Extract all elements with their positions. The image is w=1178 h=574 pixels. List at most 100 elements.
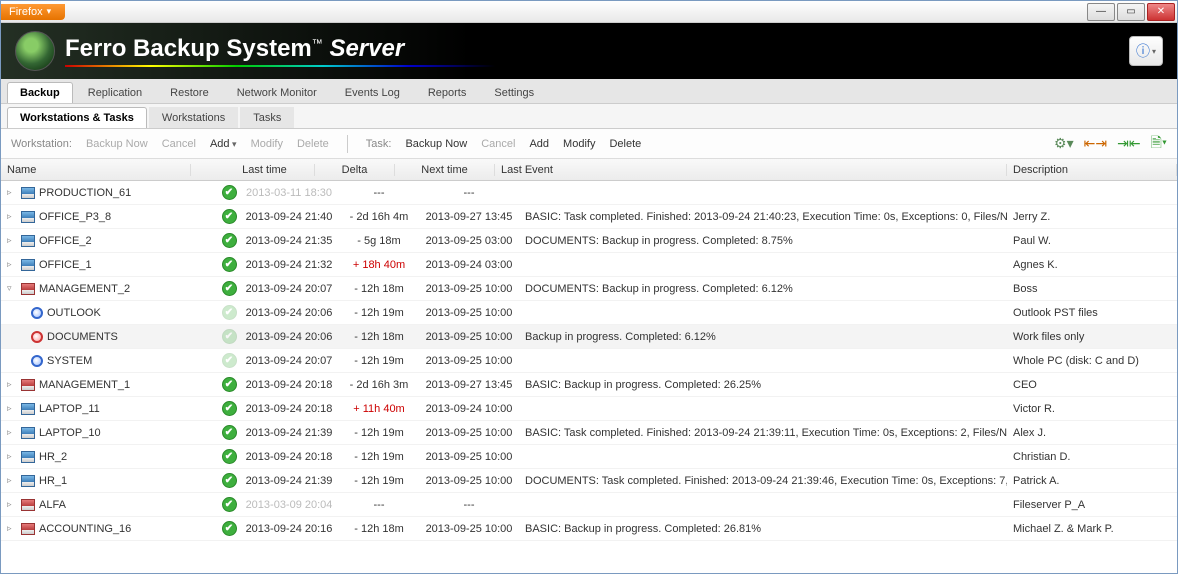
ws-add[interactable]: Add	[210, 138, 237, 150]
cell-last-time: 2013-09-24 20:07	[239, 283, 339, 295]
tab-events-log[interactable]: Events Log	[332, 82, 413, 103]
expand-arrow-icon[interactable]: ▹	[7, 403, 17, 414]
titlebar: Firefox — ▭ ✕	[1, 1, 1177, 23]
cell-delta: - 12h 19m	[339, 475, 419, 487]
cell-delta: - 12h 19m	[339, 355, 419, 367]
task-modify[interactable]: Modify	[563, 138, 595, 150]
cell-next-time: 2013-09-27 13:45	[419, 211, 519, 223]
status-check-icon	[221, 233, 237, 249]
grid-body[interactable]: ▹PRODUCTION_612013-03-11 18:30------ ▹OFF…	[1, 181, 1177, 561]
cell-next-time: 2013-09-27 13:45	[419, 379, 519, 391]
tree-collapse-icon[interactable]: ⇤⇥	[1084, 135, 1107, 152]
status-check-icon	[221, 185, 237, 201]
task-icon	[31, 307, 43, 319]
cell-delta: - 2d 16h 3m	[339, 379, 419, 391]
maximize-button[interactable]: ▭	[1117, 3, 1145, 21]
workstation-row[interactable]: ▹HR_22013-09-24 20:18- 12h 19m2013-09-25…	[1, 445, 1177, 469]
workstation-row[interactable]: ▹ALFA2013-03-09 20:04------Fileserver P_…	[1, 493, 1177, 517]
ws-modify[interactable]: Modify	[251, 138, 283, 150]
task-row[interactable]: SYSTEM2013-09-24 20:07- 12h 19m2013-09-2…	[1, 349, 1177, 373]
export-icon[interactable]: 🗎▾	[1151, 132, 1167, 156]
workstation-row[interactable]: ▹OFFICE_22013-09-24 21:35- 5g 18m2013-09…	[1, 229, 1177, 253]
name-cell: ▹HR_2	[1, 451, 215, 463]
workstation-row[interactable]: ▿MANAGEMENT_22013-09-24 20:07- 12h 18m20…	[1, 277, 1177, 301]
cell-description: Fileserver P_A	[1007, 499, 1177, 511]
expand-arrow-icon[interactable]: ▹	[7, 475, 17, 486]
expand-arrow-icon[interactable]: ▹	[7, 211, 17, 222]
ws-backup-now[interactable]: Backup Now	[86, 138, 148, 150]
cell-last-time: 2013-09-24 20:16	[239, 523, 339, 535]
expand-arrow-icon[interactable]: ▹	[7, 379, 17, 390]
col-delta[interactable]: Delta	[315, 164, 395, 176]
tab-backup[interactable]: Backup	[7, 82, 73, 103]
workstation-row[interactable]: ▹ACCOUNTING_162013-09-24 20:16- 12h 18m2…	[1, 517, 1177, 541]
col-next[interactable]: Next time	[395, 164, 495, 176]
workstation-row[interactable]: ▹LAPTOP_112013-09-24 20:18+ 11h 40m2013-…	[1, 397, 1177, 421]
ws-cancel[interactable]: Cancel	[162, 138, 196, 150]
status-check-icon	[221, 305, 237, 321]
workstation-row[interactable]: ▹PRODUCTION_612013-03-11 18:30------	[1, 181, 1177, 205]
col-last[interactable]: Last time	[215, 164, 315, 176]
expand-arrow-icon[interactable]: ▹	[7, 523, 17, 534]
cell-last-event: DOCUMENTS: Backup in progress. Completed…	[519, 235, 1007, 247]
workstation-icon	[21, 187, 35, 199]
minimize-button[interactable]: —	[1087, 3, 1115, 21]
app-window: Firefox — ▭ ✕ Ferro Backup System™ Serve…	[0, 0, 1178, 574]
name-cell: ▹HR_1	[1, 475, 215, 487]
task-icon	[31, 355, 43, 367]
col-name[interactable]: Name	[1, 164, 191, 176]
col-desc[interactable]: Description	[1007, 164, 1177, 176]
task-delete[interactable]: Delete	[609, 138, 641, 150]
tab-replication[interactable]: Replication	[75, 82, 155, 103]
cell-delta: - 12h 19m	[339, 451, 419, 463]
expand-arrow-icon[interactable]: ▹	[7, 427, 17, 438]
expand-arrow-icon[interactable]: ▹	[7, 187, 17, 198]
task-backup-now[interactable]: Backup Now	[405, 138, 467, 150]
workstation-row[interactable]: ▹OFFICE_P3_82013-09-24 21:40- 2d 16h 4m2…	[1, 205, 1177, 229]
expand-arrow-icon[interactable]: ▹	[7, 235, 17, 246]
cell-last-event: BASIC: Backup in progress. Completed: 26…	[519, 523, 1007, 535]
cell-next-time: ---	[419, 187, 519, 199]
gear-icon[interactable]: ⚙▾	[1054, 135, 1074, 152]
workstation-row[interactable]: ▹HR_12013-09-24 21:39- 12h 19m2013-09-25…	[1, 469, 1177, 493]
workstation-row[interactable]: ▹OFFICE_12013-09-24 21:32+ 18h 40m2013-0…	[1, 253, 1177, 277]
tab-settings[interactable]: Settings	[481, 82, 547, 103]
tab-restore[interactable]: Restore	[157, 82, 222, 103]
main-tabs: BackupReplicationRestoreNetwork MonitorE…	[1, 79, 1177, 104]
task-cancel[interactable]: Cancel	[481, 138, 515, 150]
workstation-row[interactable]: ▹LAPTOP_102013-09-24 21:39- 12h 19m2013-…	[1, 421, 1177, 445]
workstation-icon	[21, 523, 35, 535]
cell-last-time: 2013-09-24 20:18	[239, 451, 339, 463]
tab-reports[interactable]: Reports	[415, 82, 480, 103]
expand-arrow-icon[interactable]: ▹	[7, 451, 17, 462]
name-cell: ▹LAPTOP_10	[1, 427, 215, 439]
subtab-workstations[interactable]: Workstations	[149, 107, 238, 128]
cell-last-time: 2013-09-24 21:40	[239, 211, 339, 223]
subtab-workstations-tasks[interactable]: Workstations & Tasks	[7, 107, 147, 128]
name-cell: DOCUMENTS	[1, 331, 215, 343]
subtab-tasks[interactable]: Tasks	[240, 107, 294, 128]
workstation-row[interactable]: ▹MANAGEMENT_12013-09-24 20:18- 2d 16h 3m…	[1, 373, 1177, 397]
workstation-icon	[21, 499, 35, 511]
expand-arrow-icon[interactable]: ▿	[7, 283, 17, 294]
expand-arrow-icon[interactable]: ▹	[7, 499, 17, 510]
name-cell: ▹OFFICE_P3_8	[1, 211, 215, 223]
cell-last-time: 2013-09-24 20:06	[239, 307, 339, 319]
task-add[interactable]: Add	[529, 138, 549, 150]
cell-next-time: 2013-09-25 10:00	[419, 331, 519, 343]
cell-last-event: Backup in progress. Completed: 6.12%	[519, 331, 1007, 343]
cell-last-time: 2013-09-24 21:39	[239, 427, 339, 439]
expand-arrow-icon[interactable]: ▹	[7, 259, 17, 270]
task-row[interactable]: OUTLOOK2013-09-24 20:06- 12h 19m2013-09-…	[1, 301, 1177, 325]
ws-delete[interactable]: Delete	[297, 138, 329, 150]
info-button[interactable]: ⓘ	[1129, 36, 1163, 66]
close-button[interactable]: ✕	[1147, 3, 1175, 21]
col-event[interactable]: Last Event	[495, 164, 1007, 176]
tree-expand-icon[interactable]: ⇥⇤	[1117, 135, 1140, 152]
tab-network-monitor[interactable]: Network Monitor	[224, 82, 330, 103]
firefox-menu-button[interactable]: Firefox	[1, 4, 65, 20]
cell-delta: - 12h 19m	[339, 427, 419, 439]
status-check-icon	[221, 449, 237, 465]
cell-delta: - 12h 18m	[339, 331, 419, 343]
task-row[interactable]: DOCUMENTS2013-09-24 20:06- 12h 18m2013-0…	[1, 325, 1177, 349]
